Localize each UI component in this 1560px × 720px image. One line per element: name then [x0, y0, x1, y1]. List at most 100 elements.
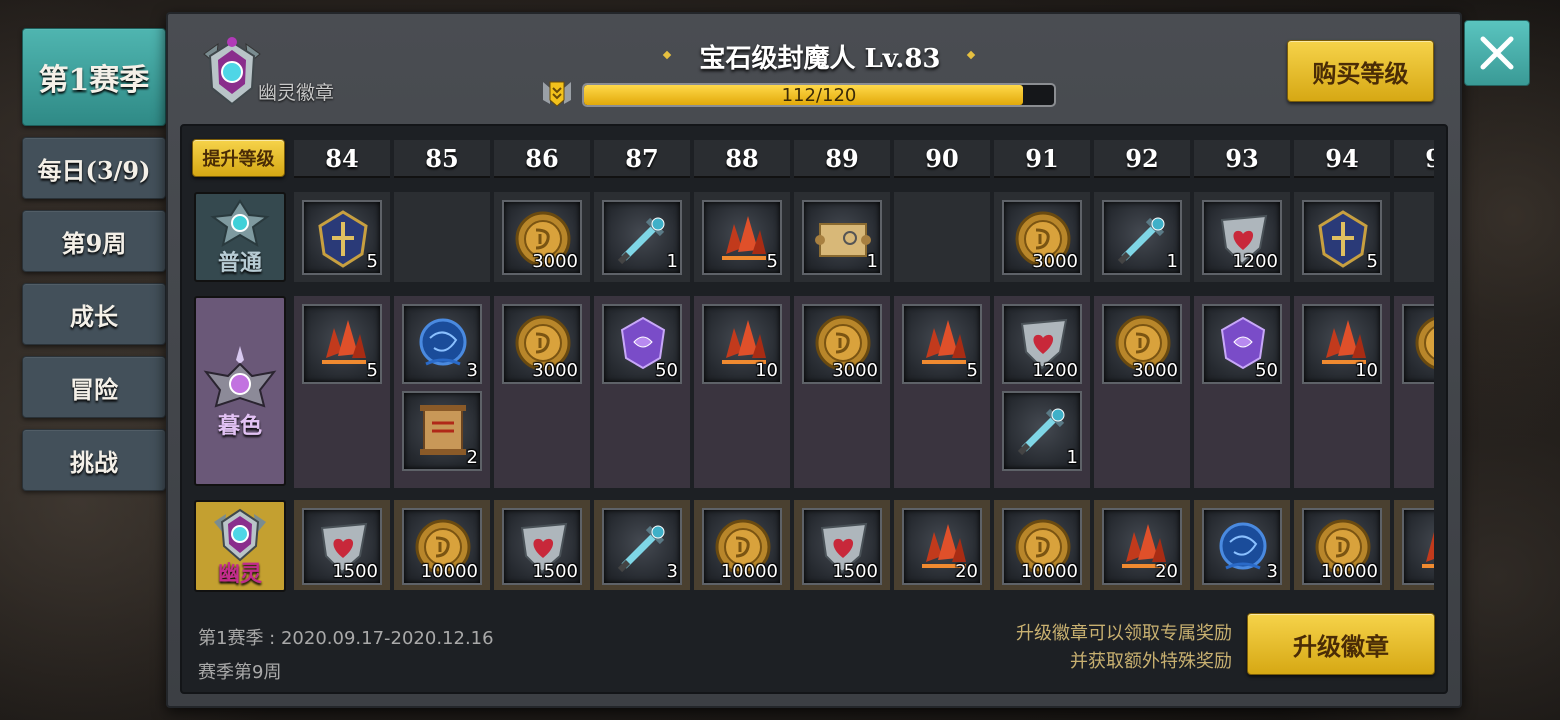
reward-count: 3000 [1132, 360, 1178, 381]
reward-cell: 5 [694, 192, 790, 282]
level-header: 84 [294, 140, 390, 178]
reward-item[interactable]: 10 [1302, 304, 1382, 384]
tab-season-1[interactable]: 第1赛季 [22, 28, 166, 126]
reward-count: 20 [1155, 561, 1178, 582]
gold-coin-icon [1415, 317, 1434, 369]
reward-item[interactable] [1402, 304, 1434, 384]
reward-item[interactable]: 10000 [1302, 508, 1382, 585]
reward-count: 1 [1066, 447, 1078, 468]
level-header: 88 [694, 140, 790, 178]
tab-adventure[interactable]: 冒险 [22, 356, 166, 418]
reward-item[interactable]: 3 [1202, 508, 1282, 585]
tab-growth[interactable]: 成长 [22, 283, 166, 345]
reward-item[interactable]: 3000 [1002, 200, 1082, 275]
reward-cell: 10000 [694, 500, 790, 590]
reward-item[interactable]: 3000 [802, 304, 882, 384]
level-header: 91 [994, 140, 1090, 178]
reward-cell: 10000 [994, 500, 1090, 590]
reward-item[interactable]: 1 [802, 200, 882, 275]
level-header: 86 [494, 140, 590, 178]
reward-count: 1500 [832, 561, 878, 582]
reward-grid: 848586878889909192939495 530001513000112… [294, 138, 1434, 590]
reward-item[interactable]: 50 [1202, 304, 1282, 384]
dusk-reward-row: 5 3 2 3000 50 10 3000 5 1200 1 3000 50 10 [294, 296, 1434, 488]
reward-item[interactable] [1402, 508, 1434, 585]
blue-orb-icon [419, 318, 467, 366]
level-header: 89 [794, 140, 890, 178]
reward-item[interactable]: 1 [1002, 391, 1082, 471]
reward-cell: 1 [794, 192, 890, 282]
reward-count: 10000 [720, 561, 778, 582]
xp-progress-text: 112/120 [781, 85, 857, 106]
reward-cell [1394, 192, 1434, 282]
tier-dusk-label: 暮色 [217, 413, 262, 439]
reward-item[interactable]: 5 [902, 304, 982, 384]
season-dates: 第1赛季 : 2020.09.17-2020.12.16 [198, 628, 494, 649]
reward-count: 3 [1266, 561, 1278, 582]
tab-challenge[interactable]: 挑战 [22, 429, 166, 491]
reward-item[interactable]: 3 [402, 304, 482, 384]
level-header: 94 [1294, 140, 1390, 178]
reward-count: 5 [1366, 251, 1378, 272]
shield-emblem-icon [318, 210, 368, 268]
reward-count: 1500 [332, 561, 378, 582]
reward-cell: 10000 [394, 500, 490, 590]
red-crystal-icon [722, 216, 766, 260]
reward-item[interactable]: 10 [702, 304, 782, 384]
reward-item[interactable]: 5 [702, 200, 782, 275]
reward-item[interactable]: 1500 [802, 508, 882, 585]
reward-item[interactable]: 5 [302, 304, 382, 384]
reward-item[interactable]: 1500 [502, 508, 582, 585]
raise-level-button[interactable]: 提升等级 [192, 139, 285, 177]
reward-item[interactable]: 10000 [402, 508, 482, 585]
reward-count: 20 [955, 561, 978, 582]
reward-item[interactable]: 5 [1302, 200, 1382, 275]
reward-item[interactable]: 1 [602, 200, 682, 275]
reward-item[interactable]: 3000 [502, 304, 582, 384]
reward-count: 10 [1355, 360, 1378, 381]
reward-item[interactable]: 1200 [1202, 200, 1282, 275]
tab-daily[interactable]: 每日(3/9) [22, 137, 166, 199]
reward-cell: 10 [1294, 296, 1390, 488]
reward-item[interactable]: 20 [902, 508, 982, 585]
reward-count: 3 [666, 561, 678, 582]
reward-cell: 1500 [794, 500, 890, 590]
reward-item[interactable]: 2 [402, 391, 482, 471]
tab-week-9[interactable]: 第9周 [22, 210, 166, 272]
reward-item[interactable]: 1 [1102, 200, 1182, 275]
reward-item[interactable]: 10000 [702, 508, 782, 585]
reward-count: 1 [666, 251, 678, 272]
reward-count: 1200 [1232, 251, 1278, 272]
sword-icon [1117, 217, 1165, 265]
reward-item[interactable]: 5 [302, 200, 382, 275]
side-tabs: 第1赛季 每日(3/9) 第9周 成长 冒险 挑战 [22, 28, 166, 502]
reward-item[interactable]: 10000 [1002, 508, 1082, 585]
reward-cell: 20 [894, 500, 990, 590]
reward-cell: 20 [1094, 500, 1190, 590]
close-icon [1480, 36, 1514, 70]
upgrade-hint-line-2: 并获取额外特殊奖励 [1070, 651, 1232, 672]
normal-tier-icon [210, 199, 270, 248]
close-button[interactable] [1464, 20, 1530, 86]
reward-item[interactable]: 3 [602, 508, 682, 585]
reward-item[interactable]: 3000 [502, 200, 582, 275]
reward-cell: 3000 [494, 296, 590, 488]
reward-item[interactable]: 3000 [1102, 304, 1182, 384]
reward-count: 1 [1166, 251, 1178, 272]
upgrade-badge-button[interactable]: 升级徽章 [1247, 613, 1435, 675]
season-week: 赛季第9周 [198, 662, 282, 683]
reward-cell: 32 [394, 296, 490, 488]
level-header: 87 [594, 140, 690, 178]
reward-item[interactable]: 1200 [1002, 304, 1082, 384]
reward-cell: 50 [1194, 296, 1290, 488]
reward-cell: 3 [594, 500, 690, 590]
reward-cell: 3000 [494, 192, 590, 282]
buy-level-button[interactable]: 购买等级 [1287, 40, 1434, 102]
reward-item[interactable]: 20 [1102, 508, 1182, 585]
reward-count: 3000 [832, 360, 878, 381]
reward-cell: 3 [1194, 500, 1290, 590]
tier-ghost: 幽灵 [194, 500, 286, 592]
sword-icon [1017, 408, 1065, 456]
reward-item[interactable]: 1500 [302, 508, 382, 585]
reward-item[interactable]: 50 [602, 304, 682, 384]
